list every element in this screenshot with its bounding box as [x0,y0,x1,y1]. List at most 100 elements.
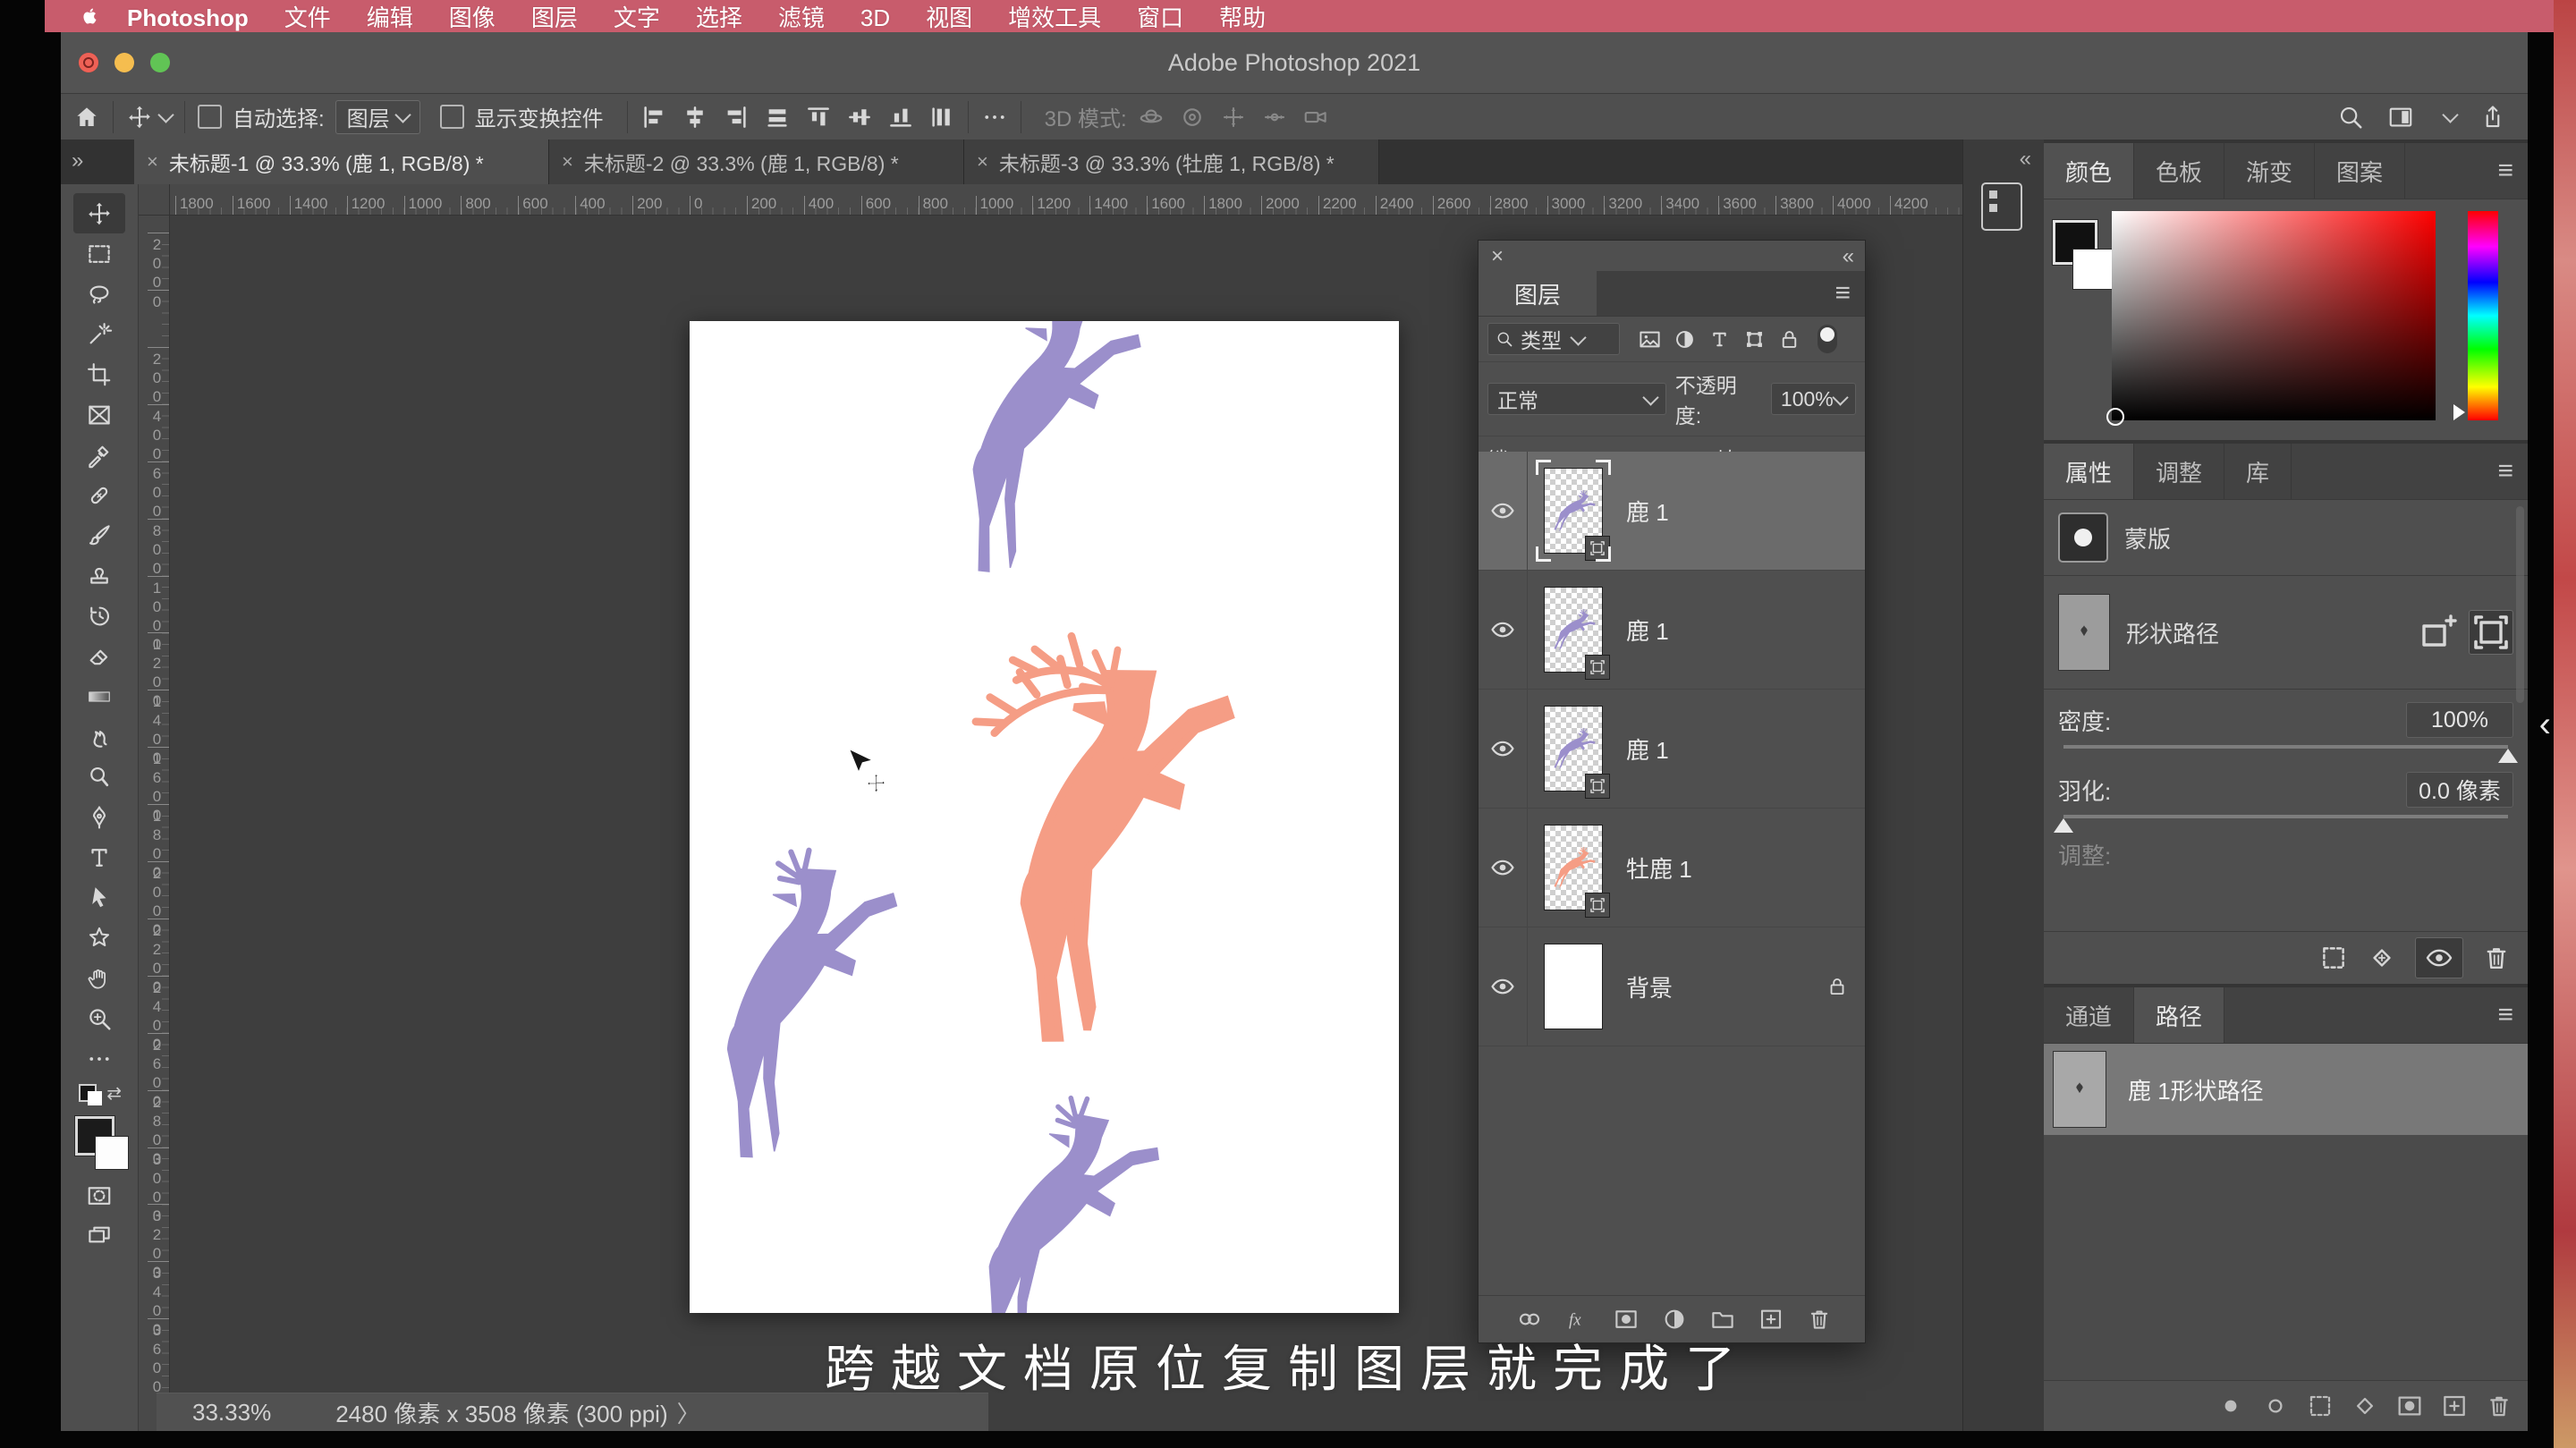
opacity-dropdown[interactable]: 100% [1771,383,1856,415]
shape-i-icon[interactable] [1742,327,1767,351]
stamp-tool[interactable] [73,555,125,596]
a-top-icon[interactable] [805,104,832,131]
density-slider[interactable] [2063,745,2508,749]
layer-row-4[interactable]: 牡鹿 1 [1479,809,1865,927]
eraser-tool[interactable] [73,636,125,676]
share-icon[interactable] [2479,104,2506,131]
wand-tool[interactable] [73,314,125,354]
smudge-tool[interactable] [73,716,125,757]
visibility-cell[interactable] [1479,571,1528,689]
brush-tool[interactable] [73,515,125,555]
marquee-tool[interactable] [73,233,125,274]
lock-icon[interactable] [1777,327,1801,351]
panel-menu-icon[interactable]: ≡ [2497,456,2513,487]
menu-item-增效工具[interactable]: 增效工具 [1008,4,1101,31]
pen-tool[interactable] [73,797,125,837]
dots-tool[interactable] [73,1038,125,1079]
quick-mask-tool[interactable] [73,1175,125,1215]
layer-thumbnail[interactable] [1544,587,1603,673]
dodge-tool[interactable] [73,757,125,797]
image-icon[interactable] [1638,327,1662,351]
history-tool[interactable] [73,596,125,636]
density-slider-handle[interactable] [2498,749,2518,763]
tab-layers[interactable]: 图层 [1479,271,1597,316]
canvas[interactable] [690,321,1399,1313]
d-roll-icon[interactable] [1179,104,1206,131]
scrollbar[interactable] [2516,506,2524,703]
chevron-down-icon[interactable] [157,106,174,123]
panel-reveal-arrow-icon[interactable]: ‹ [2539,705,2551,745]
menu-item-文件[interactable]: 文件 [284,4,331,31]
menu-item-图层[interactable]: 图层 [531,4,578,31]
panel-menu-icon[interactable]: ≡ [2497,156,2513,186]
document-tab-2[interactable]: ×未标题-2 @ 33.3% (鹿 1, RGB/8) * [549,140,964,184]
layer-thumbnail[interactable] [1544,468,1603,554]
background-color-swatch[interactable] [2072,249,2114,290]
collapse-panel-icon[interactable]: « [1843,244,1852,269]
feather-slider-handle[interactable] [2054,818,2073,833]
visibility-cell[interactable] [1479,690,1528,808]
menu-item-窗口[interactable]: 窗口 [1137,4,1183,31]
d-slide-icon[interactable] [1261,104,1288,131]
blend-mode-dropdown[interactable]: 正常 [1487,383,1666,415]
tab-路径[interactable]: 路径 [2134,987,2224,1043]
menu-item-帮助[interactable]: 帮助 [1219,4,1266,31]
eye-icon[interactable] [1489,497,1516,524]
layer-row-3[interactable]: 鹿 1 [1479,690,1865,809]
feather-slider[interactable] [2063,815,2508,818]
heal-tool[interactable] [73,475,125,515]
eye-icon[interactable] [1489,616,1516,643]
transform-path-icon[interactable] [2469,610,2513,655]
close-tab-icon[interactable]: × [562,150,573,174]
trash-icon[interactable] [2481,943,2512,973]
a-mv-icon[interactable] [846,104,873,131]
eye-icon[interactable] [1489,854,1516,881]
hue-marker[interactable] [2453,404,2465,420]
layer-thumbnail[interactable] [1544,706,1603,792]
filter-toggle[interactable] [1818,325,1837,353]
background-color-swatch[interactable] [95,1136,129,1170]
close-panel-icon[interactable]: × [1491,244,1504,269]
search-icon[interactable] [2337,104,2364,131]
feather-value[interactable]: 0.0 像素 [2406,772,2513,808]
apple-icon[interactable] [79,4,102,28]
a-dv-icon[interactable] [928,104,955,131]
d-orbit-icon[interactable] [1138,104,1165,131]
adjust-icon[interactable] [1673,327,1697,351]
layer-row-2[interactable]: 鹿 1 [1479,571,1865,690]
d-cam-icon[interactable] [1302,104,1329,131]
eye-toggle[interactable] [2415,937,2463,978]
tab-图案[interactable]: 图案 [2315,143,2405,199]
shape-tool[interactable] [73,918,125,958]
ruler-origin-corner[interactable] [139,184,170,216]
a-dh-icon[interactable] [764,104,791,131]
a-ch-icon[interactable] [682,104,708,131]
tab-色板[interactable]: 色板 [2134,143,2224,199]
shape-path-thumbnail[interactable] [2058,594,2110,671]
auto-select-target-dropdown[interactable]: 图层 [335,100,420,134]
panel-menu-icon[interactable]: ≡ [1835,278,1851,309]
layer-row-1[interactable]: 鹿 1 [1479,452,1865,571]
type-i-icon[interactable] [1707,327,1732,351]
crop-tool[interactable] [73,354,125,394]
menu-item-滤镜[interactable]: 滤镜 [778,4,825,31]
visibility-cell[interactable] [1479,809,1528,927]
vertical-ruler[interactable]: 2000200400600800100012001400160018002000… [139,216,170,1431]
collapse-icon[interactable]: « [2020,147,2029,172]
collapsed-panel-icon[interactable] [1981,182,2022,231]
eyedropper-tool[interactable] [73,435,125,475]
frame-tool[interactable] [73,394,125,435]
more-options-icon[interactable] [981,104,1008,131]
zoom-level[interactable]: 33.33% [192,1399,271,1427]
a-right-icon[interactable] [723,104,750,131]
menu-item-3D[interactable]: 3D [860,4,890,31]
document-tab-1[interactable]: ×未标题-1 @ 33.3% (鹿 1, RGB/8) * [134,140,549,184]
a-bottom-icon[interactable] [887,104,914,131]
diamond-icon[interactable] [2367,943,2397,973]
horizontal-ruler[interactable]: 1800160014001200100080060040020002004006… [170,184,1963,216]
layer-filter-dropdown[interactable]: 类型 [1487,323,1620,355]
saturation-brightness-field[interactable] [2112,211,2436,420]
show-transform-checkbox[interactable] [440,105,464,129]
screen-mode-tool[interactable] [73,1215,125,1256]
eye-icon[interactable] [1489,973,1516,1000]
